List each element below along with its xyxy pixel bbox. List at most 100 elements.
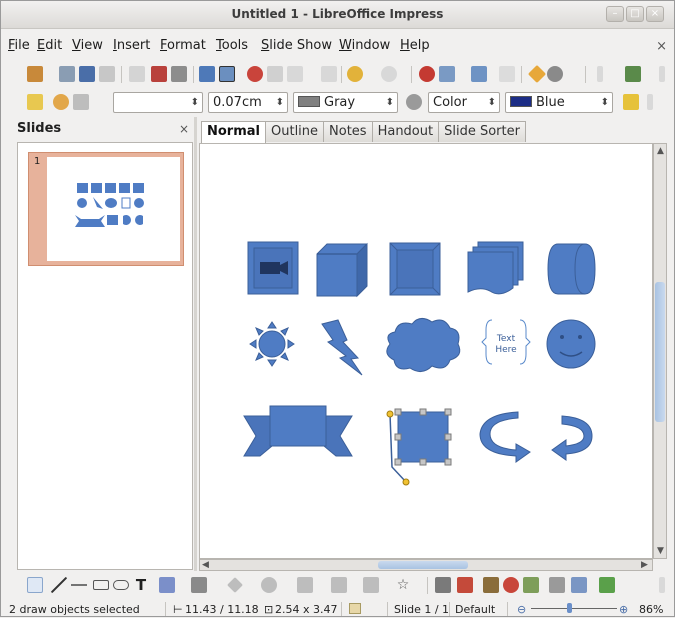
callouts-tool-icon[interactable] (363, 577, 379, 593)
line-style-combo[interactable]: ⬍ (113, 92, 203, 113)
close-document-icon[interactable]: × (656, 39, 667, 54)
export-pdf-icon[interactable] (151, 66, 167, 82)
text-tool-icon[interactable]: T (133, 577, 149, 593)
area-color-combo[interactable]: Blue ⬍ (505, 92, 613, 113)
scroll-up-icon[interactable]: ▲ (657, 146, 664, 156)
redo-icon[interactable] (381, 66, 397, 82)
edit-file-icon[interactable] (129, 66, 145, 82)
basic-shapes-tool-icon[interactable] (227, 577, 243, 593)
zoom-slider-handle[interactable] (567, 603, 572, 613)
line-color-combo[interactable]: Gray ⬍ (293, 92, 398, 113)
tab-handout[interactable]: Handout (371, 121, 440, 142)
circular-arrow-shape-2[interactable] (551, 415, 593, 461)
points-icon[interactable] (27, 94, 43, 110)
gallery-icon[interactable] (523, 577, 539, 593)
horizontal-scrollbar[interactable]: ◀ ▶ (199, 559, 653, 571)
menu-help[interactable]: Help (400, 38, 430, 53)
menu-slide-show[interactable]: Slide Show (261, 38, 332, 53)
rotate-icon[interactable] (549, 577, 565, 593)
new-document-icon[interactable] (27, 66, 43, 82)
ellipse-tool-icon[interactable] (113, 580, 129, 590)
glue-points-tool-icon[interactable] (457, 577, 473, 593)
clone-formatting-icon[interactable] (321, 66, 337, 82)
paste-icon[interactable] (287, 66, 303, 82)
spellcheck-icon[interactable] (199, 66, 215, 82)
toolbar-overflow-icon-3[interactable] (647, 94, 653, 110)
image-icon[interactable] (471, 66, 487, 82)
scroll-right-icon[interactable]: ▶ (641, 560, 648, 570)
area-type-combo[interactable]: Color ⬍ (428, 92, 500, 113)
line-width-field[interactable]: 0.07cm ⬍ (208, 92, 288, 113)
menu-file[interactable]: File (8, 38, 30, 53)
sun-shape[interactable] (249, 321, 295, 367)
circular-arrow-shape[interactable] (479, 411, 531, 463)
close-window-button[interactable]: × (646, 6, 664, 22)
menu-view[interactable]: View (72, 38, 103, 53)
symbol-shapes-tool-icon[interactable] (261, 577, 277, 593)
block-arrows-tool-icon[interactable] (297, 577, 313, 593)
chart-icon[interactable] (419, 66, 435, 82)
save-icon[interactable] (79, 66, 95, 82)
toolbar-overflow-icon[interactable] (597, 66, 603, 82)
print-icon[interactable] (171, 66, 187, 82)
vertical-scroll-thumb[interactable] (655, 282, 665, 422)
multi-document-shape[interactable] (467, 241, 524, 295)
menu-window[interactable]: Window (339, 38, 390, 53)
callout-text-line2[interactable]: Here (495, 345, 517, 355)
tab-outline[interactable]: Outline (265, 121, 325, 142)
area-style-icon[interactable] (406, 94, 422, 110)
curve-tool-icon[interactable] (159, 577, 175, 593)
stars-tool-icon[interactable]: ☆ (395, 577, 411, 593)
line-tool-icon[interactable] (51, 577, 67, 593)
lightning-bolt-shape[interactable] (321, 319, 363, 376)
line-arrow-tool-icon[interactable] (71, 577, 87, 593)
maximize-button[interactable]: □ (626, 6, 644, 22)
smiley-shape[interactable] (546, 319, 596, 369)
templates-icon[interactable] (59, 66, 75, 82)
selected-square-shape[interactable] (389, 411, 449, 483)
menu-tools[interactable]: Tools (216, 38, 248, 53)
copy-icon[interactable] (267, 66, 283, 82)
arrange-icon[interactable] (599, 577, 615, 593)
line-style-icon[interactable] (53, 94, 69, 110)
ribbon-banner-shape[interactable] (243, 405, 353, 457)
tab-normal[interactable]: Normal (201, 121, 266, 143)
document-modified-icon[interactable] (349, 603, 361, 614)
slide-design-icon[interactable] (625, 66, 641, 82)
scroll-left-icon[interactable]: ◀ (202, 560, 209, 570)
vertical-scrollbar[interactable]: ▲ ▼ (653, 143, 667, 559)
callout-brace-shape[interactable]: Text Here (481, 319, 531, 365)
from-file-icon[interactable] (503, 577, 519, 593)
points-tool-icon[interactable] (435, 577, 451, 593)
bevel-square-shape[interactable] (389, 242, 441, 296)
menu-insert[interactable]: Insert (113, 38, 150, 53)
tab-notes[interactable]: Notes (323, 121, 373, 142)
menu-edit[interactable]: Edit (37, 38, 62, 53)
basic-shapes-icon[interactable] (527, 64, 547, 84)
table-icon[interactable] (439, 66, 455, 82)
minimize-button[interactable]: – (606, 6, 624, 22)
callout-text-line1[interactable]: Text (496, 334, 516, 344)
cube-shape[interactable] (316, 242, 368, 298)
slide-thumbnail[interactable] (47, 157, 180, 261)
cylinder-shape[interactable] (547, 243, 596, 295)
arrow-style-icon[interactable] (73, 94, 89, 110)
toolbar-overflow-icon-4[interactable] (659, 577, 665, 593)
toolbar-overflow-icon-2[interactable] (659, 66, 665, 82)
cloud-shape[interactable] (386, 318, 461, 372)
zoom-out-icon[interactable]: ⊖ (517, 603, 526, 616)
zoom-slider[interactable] (531, 608, 617, 609)
zoom-in-icon[interactable]: ⊕ (619, 603, 628, 616)
undo-icon[interactable] (347, 66, 363, 82)
select-arrow-icon[interactable] (27, 577, 43, 593)
fontwork-icon[interactable] (483, 577, 499, 593)
zoom-icon[interactable] (547, 66, 563, 82)
zoom-status[interactable]: 86% (639, 603, 663, 616)
shadow-icon[interactable] (623, 94, 639, 110)
scroll-down-icon[interactable]: ▼ (657, 546, 664, 556)
tab-slide-sorter[interactable]: Slide Sorter (438, 121, 526, 142)
autospellcheck-icon[interactable] (219, 66, 235, 82)
connector-tool-icon[interactable] (191, 577, 207, 593)
pane-splitter[interactable] (194, 117, 197, 571)
horizontal-scroll-thumb[interactable] (378, 561, 468, 569)
